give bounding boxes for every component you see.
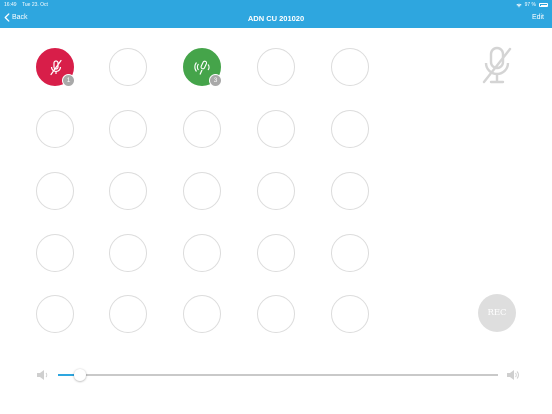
seat-button[interactable] — [109, 295, 147, 333]
seat-button[interactable] — [109, 48, 147, 86]
wifi-icon — [515, 3, 522, 7]
seat-badge: 3 — [209, 74, 222, 87]
seat-button[interactable] — [183, 172, 221, 210]
seat-button[interactable] — [36, 234, 74, 272]
seat-button[interactable]: 1 — [36, 48, 75, 87]
volume-control — [34, 366, 520, 384]
volume-track[interactable] — [58, 374, 498, 376]
seat-button[interactable] — [109, 110, 147, 148]
status-time: 16:49 — [4, 2, 17, 8]
status-date: Tue 23. Oct — [22, 2, 48, 8]
seat-button[interactable] — [183, 295, 221, 333]
seat-button[interactable] — [331, 172, 369, 210]
seat-button[interactable] — [257, 110, 295, 148]
volume-slider-thumb[interactable] — [74, 369, 86, 381]
status-bar: 16:49 Tue 23. Oct 97 % — [0, 0, 552, 10]
seat-button[interactable] — [257, 295, 295, 333]
seat-button[interactable] — [331, 295, 369, 333]
seat-button[interactable] — [109, 172, 147, 210]
seat-button[interactable] — [257, 172, 295, 210]
seat-button[interactable] — [183, 110, 221, 148]
seat-button[interactable] — [331, 110, 369, 148]
seat-button[interactable] — [331, 48, 369, 86]
seat-button[interactable]: 3 — [183, 48, 222, 87]
seat-button[interactable] — [36, 295, 74, 333]
record-button[interactable]: REC — [478, 294, 516, 332]
speaker-high-icon — [507, 370, 519, 380]
battery-percent: 97 % — [524, 2, 536, 8]
seat-button[interactable] — [331, 234, 369, 272]
seat-button[interactable] — [257, 48, 295, 86]
microphone-muted-icon[interactable] — [480, 46, 514, 86]
seat-button[interactable] — [109, 234, 147, 272]
navigation-bar: Back ADN CU 201020 Edit — [0, 10, 552, 28]
seat-button[interactable] — [257, 234, 295, 272]
page-title: ADN CU 201020 — [247, 14, 305, 23]
speaker-low-icon — [37, 370, 48, 380]
edit-button[interactable]: Edit — [532, 14, 544, 21]
seat-button[interactable] — [36, 110, 74, 148]
seat-button[interactable] — [36, 172, 74, 210]
status-right: 97 % — [515, 2, 548, 8]
app: 16:49 Tue 23. Oct 97 % Back ADN CU 20102… — [0, 0, 552, 414]
seat-badge: 1 — [62, 74, 75, 87]
seat-button[interactable] — [183, 234, 221, 272]
battery-icon — [539, 3, 548, 7]
